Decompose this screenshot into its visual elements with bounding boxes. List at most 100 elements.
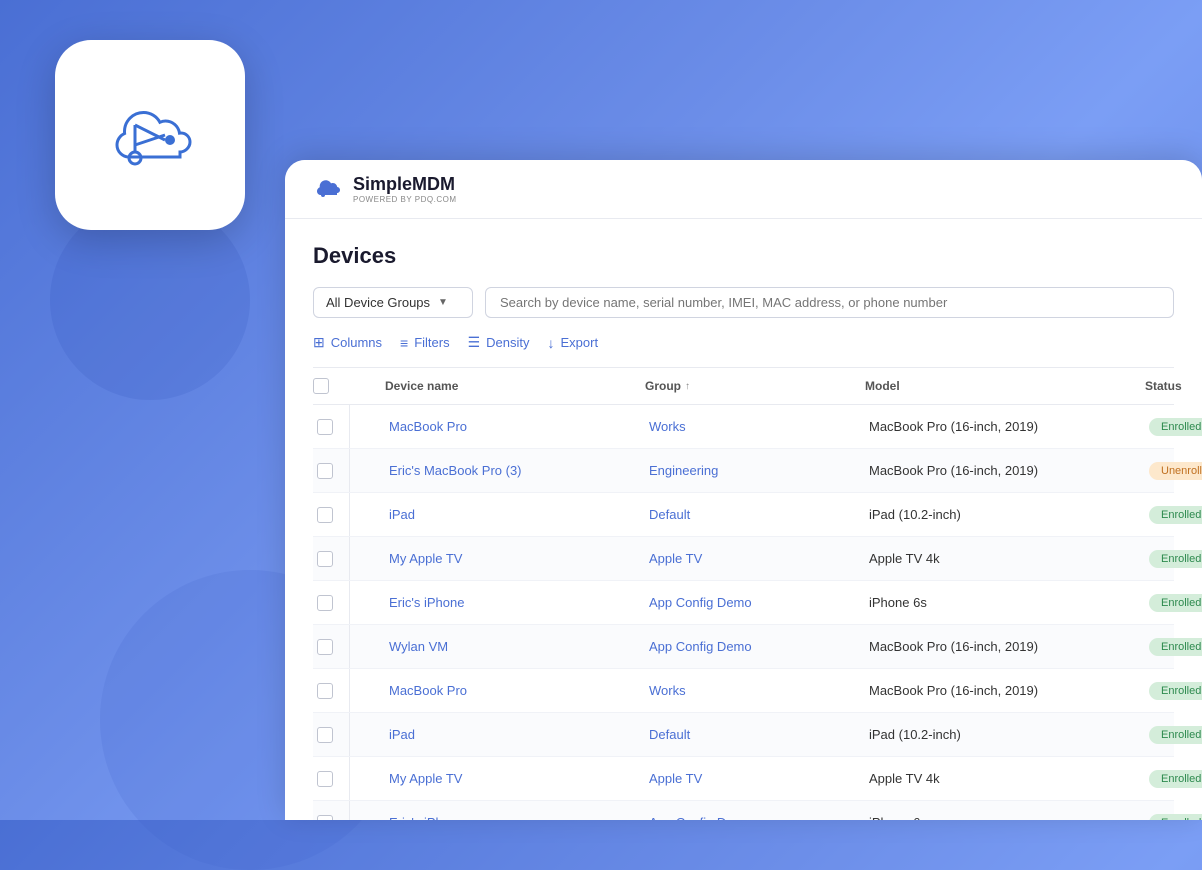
device-name-link[interactable]: Wylan VM xyxy=(389,639,448,654)
logo-cloud-icon xyxy=(313,178,343,200)
row-checkbox[interactable] xyxy=(317,727,333,743)
td-checkbox xyxy=(313,672,349,710)
td-status: Enrolled xyxy=(1145,671,1202,711)
th-divider xyxy=(349,378,385,394)
columns-button[interactable]: ⊞ Columns xyxy=(313,334,382,351)
search-input[interactable] xyxy=(485,287,1174,318)
group-link[interactable]: Default xyxy=(649,727,690,742)
device-name-link[interactable]: MacBook Pro xyxy=(389,419,467,434)
sort-icon: ↑ xyxy=(685,381,690,392)
device-name-link[interactable]: My Apple TV xyxy=(389,551,462,566)
table-body: MacBook Pro Works MacBook Pro (16-inch, … xyxy=(313,405,1174,820)
td-status: Enrolled xyxy=(1145,539,1202,579)
filters-button[interactable]: ≡ Filters xyxy=(400,335,450,351)
group-link[interactable]: App Config Demo xyxy=(649,639,752,654)
density-button[interactable]: ☰ Density xyxy=(468,334,530,351)
filters-icon: ≡ xyxy=(400,335,408,351)
td-group: App Config Demo xyxy=(645,804,865,820)
td-device-name: My Apple TV xyxy=(385,540,645,577)
group-link[interactable]: Engineering xyxy=(649,463,718,478)
device-name-link[interactable]: Eric's iPhone xyxy=(389,595,464,610)
td-divider xyxy=(349,801,350,820)
td-divider xyxy=(349,405,350,448)
device-name-link[interactable]: My Apple TV xyxy=(389,771,462,786)
group-link[interactable]: Works xyxy=(649,419,686,434)
td-group: Default xyxy=(645,496,865,533)
status-badge: Unenrolled xyxy=(1149,462,1202,480)
logo: SimpleMDM POWERED BY PDQ.COM xyxy=(313,174,457,204)
th-status: Status xyxy=(1145,378,1202,394)
td-checkbox xyxy=(313,628,349,666)
table-row: Eric's iPhone App Config Demo iPhone 6s … xyxy=(313,581,1174,625)
select-all-checkbox[interactable] xyxy=(313,378,329,394)
td-divider xyxy=(349,669,350,712)
td-divider xyxy=(349,449,350,492)
row-checkbox[interactable] xyxy=(317,683,333,699)
dropdown-arrow-icon: ▼ xyxy=(438,297,448,308)
group-link[interactable]: Works xyxy=(649,683,686,698)
density-icon: ☰ xyxy=(468,334,481,351)
td-status: Enrolled xyxy=(1145,495,1202,535)
td-checkbox xyxy=(313,452,349,490)
devices-table: Device name Group ↑ Model Status MacBook… xyxy=(313,367,1174,820)
td-model: MacBook Pro (16-inch, 2019) xyxy=(865,452,1145,489)
td-group: Works xyxy=(645,672,865,709)
td-device-name: MacBook Pro xyxy=(385,408,645,445)
row-checkbox[interactable] xyxy=(317,771,333,787)
group-link[interactable]: App Config Demo xyxy=(649,595,752,610)
row-checkbox[interactable] xyxy=(317,595,333,611)
td-model: iPhone 6s xyxy=(865,584,1145,621)
td-checkbox xyxy=(313,760,349,798)
row-checkbox[interactable] xyxy=(317,639,333,655)
content-area: Devices All Device Groups ▼ ⊞ Columns ≡ … xyxy=(285,219,1202,820)
td-group: App Config Demo xyxy=(645,628,865,665)
td-status: Enrolled xyxy=(1145,583,1202,623)
table-row: MacBook Pro Works MacBook Pro (16-inch, … xyxy=(313,669,1174,713)
td-status: Enrolled xyxy=(1145,627,1202,667)
td-status: Enrolled xyxy=(1145,715,1202,755)
th-group[interactable]: Group ↑ xyxy=(645,378,865,394)
td-group: Apple TV xyxy=(645,540,865,577)
group-link[interactable]: Apple TV xyxy=(649,551,702,566)
row-checkbox[interactable] xyxy=(317,419,333,435)
td-group: App Config Demo xyxy=(645,584,865,621)
th-checkbox xyxy=(313,378,349,394)
status-badge: Enrolled xyxy=(1149,638,1202,656)
export-button[interactable]: ↓ Export xyxy=(548,335,599,351)
table-row: iPad Default iPad (10.2-inch) Enrolled xyxy=(313,713,1174,757)
td-model: Apple TV 4k xyxy=(865,760,1145,797)
td-status: Unenrolled xyxy=(1145,451,1202,491)
th-model: Model xyxy=(865,378,1145,394)
device-name-link[interactable]: iPad xyxy=(389,507,415,522)
row-checkbox[interactable] xyxy=(317,463,333,479)
device-groups-dropdown[interactable]: All Device Groups ▼ xyxy=(313,287,473,318)
device-name-link[interactable]: Eric's iPhone xyxy=(389,815,464,820)
columns-label: Columns xyxy=(331,335,382,350)
td-model: MacBook Pro (16-inch, 2019) xyxy=(865,672,1145,709)
device-name-link[interactable]: Eric's MacBook Pro (3) xyxy=(389,463,522,478)
td-divider xyxy=(349,493,350,536)
dropdown-label: All Device Groups xyxy=(326,295,430,310)
td-device-name: Eric's MacBook Pro (3) xyxy=(385,452,645,489)
export-label: Export xyxy=(561,335,599,350)
td-group: Default xyxy=(645,716,865,753)
group-link[interactable]: App Config Demo xyxy=(649,815,752,820)
row-checkbox[interactable] xyxy=(317,815,333,821)
header: SimpleMDM POWERED BY PDQ.COM xyxy=(285,160,1202,219)
td-group: Apple TV xyxy=(645,760,865,797)
device-name-link[interactable]: iPad xyxy=(389,727,415,742)
status-badge: Enrolled xyxy=(1149,814,1202,821)
td-divider xyxy=(349,581,350,624)
row-checkbox[interactable] xyxy=(317,507,333,523)
table-row: Eric's iPhone App Config Demo iPhone 6s … xyxy=(313,801,1174,820)
row-checkbox[interactable] xyxy=(317,551,333,567)
group-link[interactable]: Apple TV xyxy=(649,771,702,786)
td-model: iPad (10.2-inch) xyxy=(865,496,1145,533)
status-badge: Enrolled xyxy=(1149,550,1202,568)
group-link[interactable]: Default xyxy=(649,507,690,522)
table-row: Wylan VM App Config Demo MacBook Pro (16… xyxy=(313,625,1174,669)
table-row: Eric's MacBook Pro (3) Engineering MacBo… xyxy=(313,449,1174,493)
bg-decoration-2 xyxy=(50,200,250,400)
device-name-link[interactable]: MacBook Pro xyxy=(389,683,467,698)
table-row: iPad Default iPad (10.2-inch) Enrolled xyxy=(313,493,1174,537)
